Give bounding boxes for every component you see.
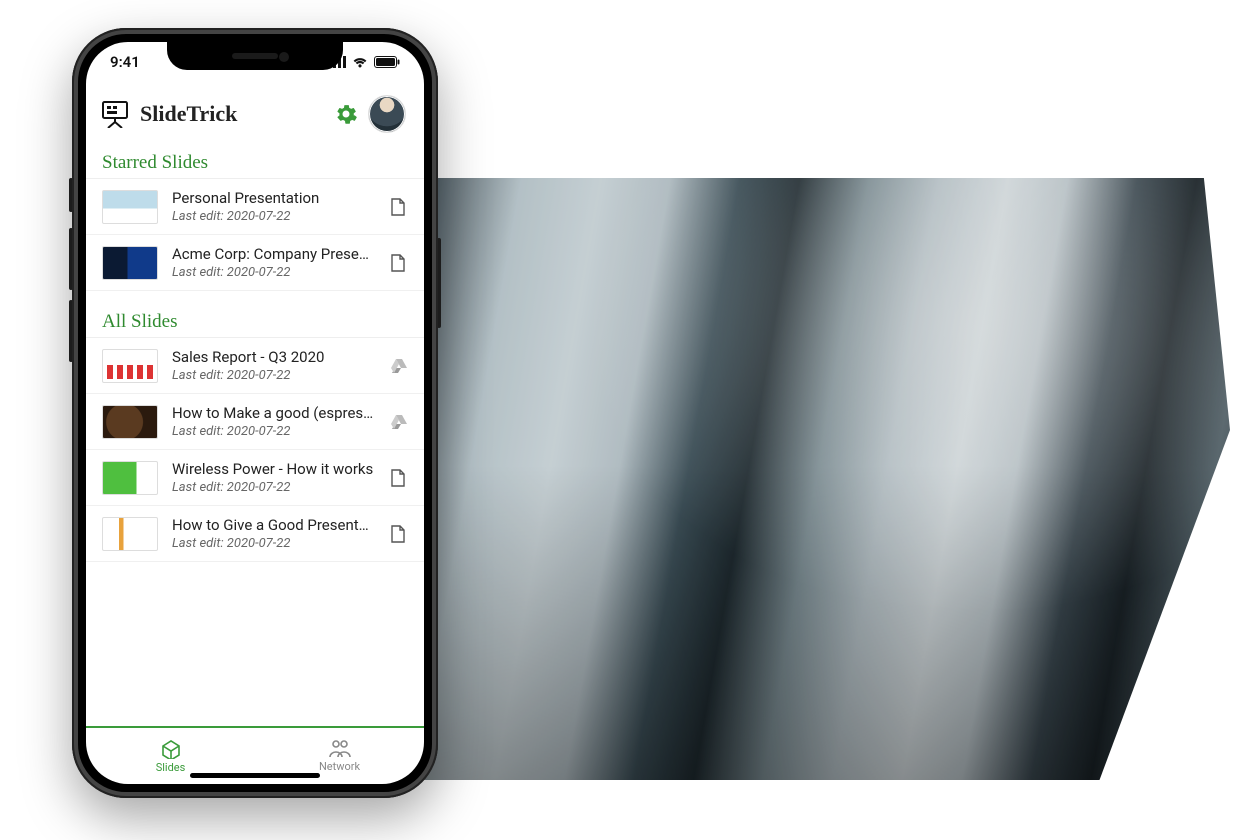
slide-subtitle: Last edit: 2020-07-22 — [172, 480, 376, 495]
slide-title: How to Make a good (espresso) c… — [172, 404, 376, 422]
slide-row[interactable]: Sales Report - Q3 2020 Last edit: 2020-0… — [86, 338, 424, 394]
battery-icon — [374, 56, 400, 68]
hero-image — [360, 80, 1230, 780]
slide-title: Sales Report - Q3 2020 — [172, 348, 376, 366]
tab-label: Slides — [156, 761, 186, 774]
section-starred-heading: Starred Slides — [86, 146, 424, 179]
slide-thumbnail — [102, 517, 158, 551]
slide-thumbnail — [102, 190, 158, 224]
drive-icon — [390, 414, 408, 430]
settings-button[interactable] — [334, 102, 358, 126]
slide-thumbnail — [102, 349, 158, 383]
slide-row[interactable]: How to Make a good (espresso) c… Last ed… — [86, 394, 424, 450]
slide-subtitle: Last edit: 2020-07-22 — [172, 424, 376, 439]
slide-subtitle: Last edit: 2020-07-22 — [172, 209, 376, 224]
slide-row[interactable]: Wireless Power - How it works Last edit:… — [86, 450, 424, 506]
app-title: SlideTrick — [140, 101, 237, 127]
slide-title: Personal Presentation — [172, 189, 376, 207]
phone-notch — [167, 42, 343, 70]
slide-thumbnail — [102, 405, 158, 439]
slide-title: How to Give a Good Presentation — [172, 516, 376, 534]
slide-row[interactable]: Personal Presentation Last edit: 2020-07… — [86, 179, 424, 235]
slide-title: Wireless Power - How it works — [172, 460, 376, 478]
slide-subtitle: Last edit: 2020-07-22 — [172, 265, 376, 280]
pdf-icon — [390, 469, 408, 487]
section-all-heading: All Slides — [86, 305, 424, 338]
pdf-icon — [390, 198, 408, 216]
avatar[interactable] — [368, 95, 406, 133]
status-time: 9:41 — [110, 53, 140, 71]
home-indicator — [190, 773, 320, 778]
slide-row[interactable]: How to Give a Good Presentation Last edi… — [86, 506, 424, 562]
phone-mockup: 9:41 — [72, 28, 438, 798]
slide-thumbnail — [102, 246, 158, 280]
slide-subtitle: Last edit: 2020-07-22 — [172, 536, 376, 551]
slide-subtitle: Last edit: 2020-07-22 — [172, 368, 376, 383]
drive-icon — [390, 358, 408, 374]
app-header: SlideTrick — [86, 82, 424, 146]
slide-title: Acme Corp: Company Presentation — [172, 245, 376, 263]
wifi-icon — [352, 56, 368, 68]
tab-label: Network — [319, 760, 360, 773]
pdf-icon — [390, 254, 408, 272]
slide-thumbnail — [102, 461, 158, 495]
app-logo-icon — [100, 100, 130, 128]
pdf-icon — [390, 525, 408, 543]
slide-row[interactable]: Acme Corp: Company Presentation Last edi… — [86, 235, 424, 291]
